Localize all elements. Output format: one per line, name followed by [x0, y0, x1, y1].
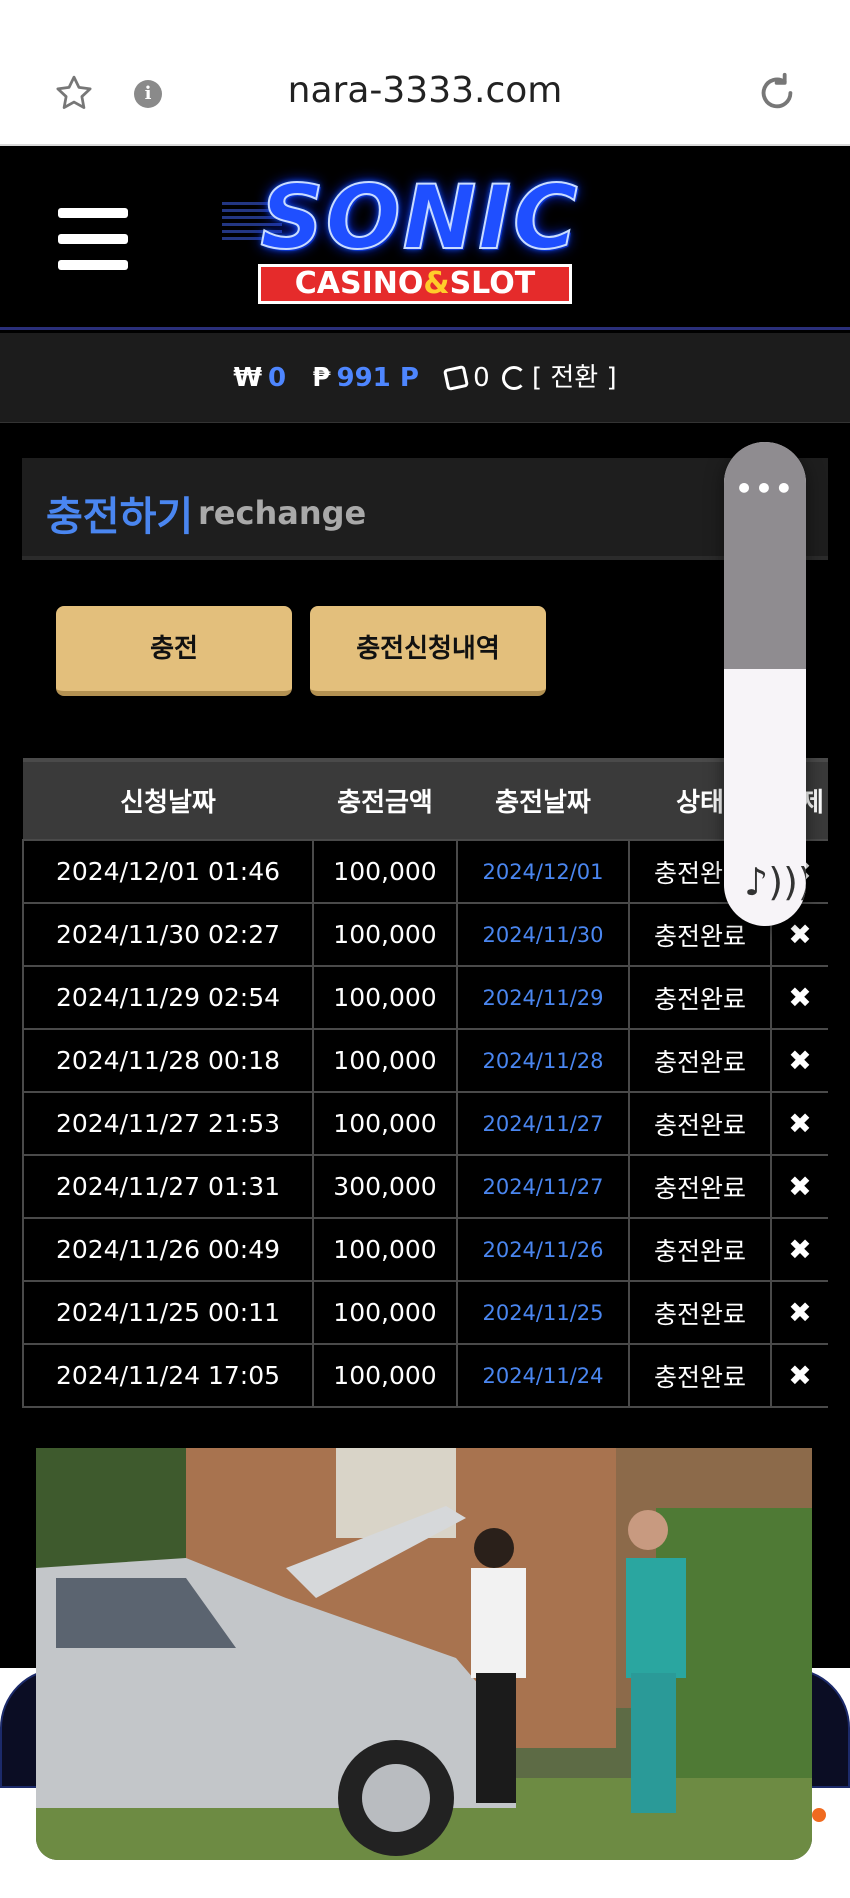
music-volume-icon: ♪))): [744, 860, 806, 904]
cell-charge-date: 2024/11/29: [456, 965, 630, 1030]
cell-charge-date: 2024/11/28: [456, 1028, 630, 1093]
cell-request-date: 2024/11/29 02:54: [22, 965, 314, 1030]
cell-status: 충전완료: [628, 1280, 772, 1345]
cell-charge-date: 2024/11/30: [456, 902, 630, 967]
delete-icon[interactable]: ✖: [770, 1154, 828, 1219]
hamburger-menu-icon[interactable]: [58, 208, 128, 270]
dice-icon: [443, 364, 470, 392]
header-charge-date: 충전날짜: [457, 758, 629, 840]
cell-amount: 100,000: [312, 1028, 458, 1093]
cell-charge-date: 2024/11/26: [456, 1217, 630, 1282]
cell-status: 충전완료: [628, 965, 772, 1030]
delete-icon[interactable]: ✖: [770, 1217, 828, 1282]
site-logo[interactable]: SONIC CASINO&SLOT: [222, 166, 606, 308]
cell-amount: 100,000: [312, 839, 458, 904]
cell-request-date: 2024/11/27 01:31: [22, 1154, 314, 1219]
cell-status: 충전완료: [628, 1091, 772, 1156]
cell-request-date: 2024/11/27 21:53: [22, 1091, 314, 1156]
charge-history-button[interactable]: 충전신청내역: [310, 606, 546, 696]
cell-amount: 100,000: [312, 1343, 458, 1408]
cell-charge-date: 2024/11/27: [456, 1091, 630, 1156]
cell-charge-date: 2024/11/25: [456, 1280, 630, 1345]
reload-icon[interactable]: [754, 70, 800, 116]
logo-subtitle: CASINO&SLOT: [258, 264, 572, 304]
table-row: 2024/11/27 01:31 300,000 2024/11/27 충전완료 ✖: [22, 1154, 828, 1219]
dice-count: 0: [473, 363, 490, 393]
cell-amount: 100,000: [312, 902, 458, 967]
point-balance: 991 P: [336, 363, 419, 393]
logo-main-text: SONIC: [259, 166, 580, 269]
cell-request-date: 2024/12/01 01:46: [22, 839, 314, 904]
won-balance: 0: [268, 363, 287, 393]
table-row: 2024/11/28 00:18 100,000 2024/11/28 충전완료 ✖: [22, 1028, 828, 1093]
cell-amount: 100,000: [312, 1280, 458, 1345]
delete-icon[interactable]: ✖: [770, 1280, 828, 1345]
delete-icon[interactable]: ✖: [770, 1091, 828, 1156]
video-frame-image: [36, 1448, 812, 1860]
panel-title: 충전하기 rechange: [22, 458, 828, 560]
header-request-date: 신청날짜: [23, 758, 313, 840]
balance-bar: ₩0 ₱ 991 P 0 [ 전환 ]: [0, 333, 850, 423]
table-row: 2024/11/26 00:49 100,000 2024/11/26 충전완료 ✖: [22, 1217, 828, 1282]
charge-history-table: 신청날짜 충전금액 충전날짜 상태 삭제 2024/12/01 01:46100…: [22, 758, 828, 1428]
table-row: 2024/11/30 02:27 100,000 2024/11/30 충전완료 ✖: [22, 902, 828, 967]
cell-request-date: 2024/11/26 00:49: [22, 1217, 314, 1282]
point-icon: ₱: [312, 363, 331, 393]
browser-toolbar: i nara-3333.com: [0, 0, 850, 146]
cell-amount: 100,000: [312, 1091, 458, 1156]
cell-request-date: 2024/11/30 02:27: [22, 902, 314, 967]
cell-charge-date: 2024/12/01: [456, 839, 630, 904]
cell-status: 충전완료: [628, 1343, 772, 1408]
more-options-icon[interactable]: •••: [724, 472, 806, 505]
volume-slider[interactable]: ••• ♪))): [724, 442, 806, 926]
convert-button[interactable]: [ 전환 ]: [532, 363, 617, 393]
cell-request-date: 2024/11/25 00:11: [22, 1280, 314, 1345]
cell-amount: 100,000: [312, 965, 458, 1030]
delete-icon[interactable]: ✖: [770, 965, 828, 1030]
cell-status: 충전완료: [628, 1217, 772, 1282]
table-row: 2024/12/01 01:46100,0002024/12/01충전완료✖: [22, 839, 828, 904]
address-bar-url[interactable]: nara-3333.com: [0, 70, 850, 111]
delete-icon[interactable]: ✖: [770, 1028, 828, 1093]
table-row: 2024/11/25 00:11 100,000 2024/11/25 충전완료 ✖: [22, 1280, 828, 1345]
notification-dot: [812, 1808, 826, 1822]
charge-button[interactable]: 충전: [56, 606, 292, 696]
cell-amount: 300,000: [312, 1154, 458, 1219]
cell-charge-date: 2024/11/24: [456, 1343, 630, 1408]
table-header-row: 신청날짜 충전금액 충전날짜 상태 삭제: [23, 758, 828, 840]
video-overlay[interactable]: [36, 1448, 812, 1860]
cell-request-date: 2024/11/28 00:18: [22, 1028, 314, 1093]
table-row: 2024/11/29 02:54 100,000 2024/11/29 충전완료 ✖: [22, 965, 828, 1030]
refresh-icon[interactable]: [501, 366, 526, 390]
cell-request-date: 2024/11/24 17:05: [22, 1343, 314, 1408]
won-icon: ₩: [233, 363, 263, 393]
panel-title-ko: 충전하기: [46, 494, 194, 540]
table-row: 2024/11/27 21:53 100,000 2024/11/27 충전완료 ✖: [22, 1091, 828, 1156]
cell-amount: 100,000: [312, 1217, 458, 1282]
panel-title-en: rechange: [198, 494, 367, 532]
cell-charge-date: 2024/11/27: [456, 1154, 630, 1219]
header-amount: 충전금액: [313, 758, 457, 840]
cell-status: 충전완료: [628, 1028, 772, 1093]
delete-icon[interactable]: ✖: [770, 1343, 828, 1408]
cell-status: 충전완료: [628, 1154, 772, 1219]
table-row: 2024/11/24 17:05 100,000 2024/11/24 충전완료 ✖: [22, 1343, 828, 1408]
